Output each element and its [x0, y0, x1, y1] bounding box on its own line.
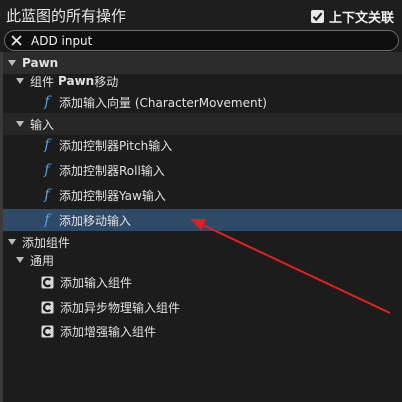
context-sensitive-checkbox[interactable] — [310, 9, 324, 23]
category-label-suffix: 移动 — [94, 74, 119, 89]
function-f-icon: f — [44, 94, 50, 110]
function-f-icon: f — [44, 187, 50, 203]
category-input[interactable]: 输入 — [3, 113, 402, 135]
function-f-icon: f — [44, 137, 50, 153]
category-label: 通用 — [30, 253, 55, 268]
action-label: 添加增强输入组件 — [60, 324, 157, 339]
category-label-prefix: 组件 — [30, 74, 55, 89]
action-label: 添加控制器Roll输入 — [59, 163, 165, 178]
triangle-down-icon — [8, 239, 16, 245]
action-tree: Pawn 组件 Pawn 移动 f 添加输入向量 (CharacterMovem… — [0, 52, 402, 402]
context-sensitive-label: 上下文关联 — [328, 10, 394, 26]
action-add-pitch-input[interactable]: f 添加控制器Pitch输入 — [3, 134, 402, 156]
search-input[interactable] — [31, 32, 371, 49]
action-label: 添加输入向量 (CharacterMovement) — [59, 95, 267, 110]
category-label-bold: Pawn — [58, 74, 95, 88]
checkmark-icon — [312, 12, 323, 21]
action-add-yaw-input[interactable]: f 添加控制器Yaw输入 — [3, 184, 402, 206]
menu-title: 此蓝图的所有操作 — [6, 7, 127, 25]
category-pawn-movement[interactable]: 组件 Pawn 移动 — [3, 70, 402, 92]
triangle-down-icon — [8, 60, 16, 66]
action-add-input-component[interactable]: 添加输入组件 — [3, 271, 402, 293]
action-add-async-physics-input-component[interactable]: 添加异步物理输入组件 — [3, 296, 402, 318]
close-icon[interactable] — [10, 34, 23, 47]
action-add-movement-input[interactable]: f 添加移动输入 — [3, 209, 402, 231]
action-label: 添加移动输入 — [59, 213, 132, 228]
action-label: 添加异步物理输入组件 — [60, 300, 181, 315]
triangle-down-icon — [16, 78, 24, 84]
triangle-down-icon — [16, 121, 24, 127]
function-f-icon: f — [44, 162, 50, 178]
component-c-icon — [41, 301, 54, 313]
category-common[interactable]: 通用 — [3, 249, 402, 271]
category-label: 添加组件 — [22, 235, 71, 250]
search-box — [4, 30, 399, 51]
blueprint-action-menu: 此蓝图的所有操作 上下文关联 Pawn 组件 Pawn 移动 f — [0, 0, 402, 402]
function-f-icon: f — [44, 212, 50, 228]
action-add-input-vector[interactable]: f 添加输入向量 (CharacterMovement) — [3, 91, 402, 113]
component-c-icon — [41, 276, 54, 288]
action-label: 添加控制器Pitch输入 — [59, 138, 173, 153]
action-label: 添加输入组件 — [60, 275, 133, 290]
category-label: Pawn — [22, 56, 59, 70]
action-add-roll-input[interactable]: f 添加控制器Roll输入 — [3, 159, 402, 181]
action-label: 添加控制器Yaw输入 — [59, 188, 166, 203]
triangle-down-icon — [16, 257, 24, 263]
action-add-enhanced-input-component[interactable]: 添加增强输入组件 — [3, 320, 402, 342]
menu-header: 此蓝图的所有操作 上下文关联 — [0, 0, 402, 30]
category-label: 输入 — [30, 117, 55, 132]
component-c-icon — [41, 325, 54, 337]
context-sensitive-toggle[interactable]: 上下文关联 — [310, 7, 394, 26]
